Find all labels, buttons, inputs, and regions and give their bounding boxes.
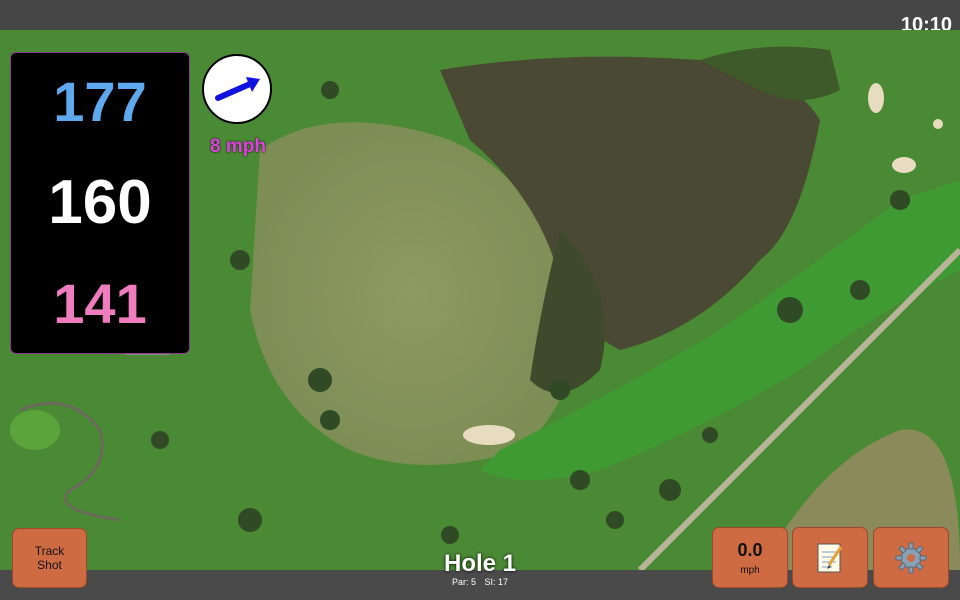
speed-button[interactable]: 0.0 mph — [712, 527, 788, 588]
track-shot-label-line1: Track — [34, 544, 65, 558]
speed-unit: mph — [740, 564, 760, 576]
status-bar — [0, 0, 960, 30]
arrow-icon — [215, 77, 260, 101]
wind-indicator — [202, 54, 272, 124]
hole-title: Hole 1 — [443, 550, 517, 577]
notes-button[interactable] — [792, 527, 868, 588]
gear-icon — [895, 542, 927, 573]
notepad-icon — [817, 543, 843, 572]
hole-info: Par: 5 SI: 17 — [400, 577, 560, 587]
settings-button[interactable] — [873, 527, 949, 588]
distance-panel: 177 160 141 — [10, 52, 190, 354]
hole-par: Par: 5 — [451, 577, 476, 587]
middle-distance: 160 — [48, 168, 152, 237]
track-shot-label-line2: Shot — [37, 558, 62, 572]
track-shot-button[interactable]: Track Shot — [12, 528, 87, 588]
front-distance: 141 — [53, 272, 147, 335]
hole-stroke-index: SI: 17 — [484, 577, 509, 587]
course-map[interactable]: 177 160 141 8 mph — [0, 30, 960, 570]
back-distance: 177 — [53, 70, 147, 133]
speed-value: 0.0 — [737, 539, 763, 560]
wind-speed: 8 mph — [210, 136, 266, 157]
